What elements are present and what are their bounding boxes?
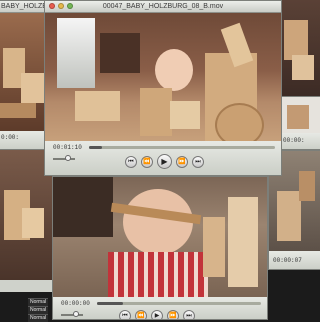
time-display-top-left: 0:00:: [1, 134, 20, 141]
forward-icon[interactable]: ⏩: [167, 310, 179, 319]
wood-block: [284, 20, 308, 60]
time-display-top-center: 00:01:10: [53, 144, 82, 151]
timeline-track-top-center[interactable]: [89, 146, 275, 149]
wood-block: [22, 208, 44, 238]
window-right-middle: 00:00:: [278, 96, 320, 150]
transport-controls-top-center: ⏮ ⏪ ▶ ⏩ ⏭: [125, 154, 204, 169]
rewind-icon[interactable]: ⏪: [135, 310, 147, 319]
menu-item-normal[interactable]: Normal: [28, 306, 48, 314]
wood-block: [140, 88, 172, 136]
window-top-center: 00047_BABY_HOLZBURG_08_B.mov 00:01:10 ⏮ …: [44, 0, 282, 176]
titlebar-top-center[interactable]: 00047_BABY_HOLZBURG_08_B.mov: [45, 1, 281, 13]
forward-icon[interactable]: ⏩: [176, 155, 188, 168]
play-icon[interactable]: ▶: [151, 310, 163, 319]
wood-block: [170, 101, 200, 129]
next-icon[interactable]: ⏭: [183, 310, 195, 319]
wood-block: [203, 217, 225, 277]
video-top-center[interactable]: [45, 13, 281, 141]
controls-right-middle: 00:00:: [279, 133, 320, 149]
window-bottom-center: 00:00:00 ⏮ ⏪ ▶ ⏩ ⏭: [52, 176, 268, 320]
wood-block: [277, 191, 301, 241]
previous-icon[interactable]: ⏮: [119, 310, 131, 319]
menu-item-normal[interactable]: Normal: [28, 314, 48, 322]
controls-bottom-center: 00:00:00 ⏮ ⏪ ▶ ⏩ ⏭: [53, 297, 267, 319]
wood-block: [292, 55, 314, 80]
controls-right-bottom: 00:00:07: [269, 251, 320, 269]
controls-top-center: 00:01:10 ⏮ ⏪ ▶ ⏩ ⏭: [45, 141, 281, 175]
controls-left-bottom: [0, 280, 54, 292]
striped-shirt: [108, 252, 208, 297]
wood-block: [228, 197, 258, 287]
rewind-icon[interactable]: ⏪: [141, 155, 153, 168]
video-right-middle[interactable]: [279, 97, 320, 133]
wood-block: [21, 73, 46, 103]
volume-knob[interactable]: [73, 311, 79, 317]
wood-block: [75, 91, 120, 121]
popup-menu: Normal Normal Normal: [28, 298, 48, 322]
video-bottom-center[interactable]: [53, 177, 267, 297]
time-display-right-middle: 00:00:: [283, 137, 305, 144]
time-display-bottom-center: 00:00:00: [61, 300, 90, 307]
wood-block: [0, 103, 36, 118]
volume-slider-top-center[interactable]: [53, 155, 75, 161]
shelf: [100, 33, 140, 73]
play-icon[interactable]: ▶: [157, 154, 172, 169]
volume-slider-bottom-center[interactable]: [61, 311, 83, 317]
timeline-progress: [89, 146, 103, 149]
wood-block: [299, 171, 315, 201]
transport-controls-bottom-center: ⏮ ⏪ ▶ ⏩ ⏭: [119, 310, 195, 319]
volume-knob[interactable]: [65, 155, 71, 161]
log-slice: [215, 103, 264, 141]
timeline-track-bottom-center[interactable]: [97, 302, 261, 305]
window-title-top-center: 00047_BABY_HOLZBURG_08_B.mov: [102, 3, 224, 10]
timeline-progress: [97, 302, 124, 305]
wood-block: [287, 105, 309, 129]
menu-item-normal[interactable]: Normal: [28, 298, 48, 306]
video-right-upper[interactable]: [278, 0, 320, 100]
next-icon[interactable]: ⏭: [192, 155, 204, 168]
time-display-right-bottom: 00:00:07: [273, 257, 302, 264]
baby: [155, 49, 193, 91]
bookshelf: [53, 177, 113, 237]
baby: [123, 189, 193, 255]
window-light: [57, 18, 95, 88]
previous-icon[interactable]: ⏮: [125, 155, 137, 168]
